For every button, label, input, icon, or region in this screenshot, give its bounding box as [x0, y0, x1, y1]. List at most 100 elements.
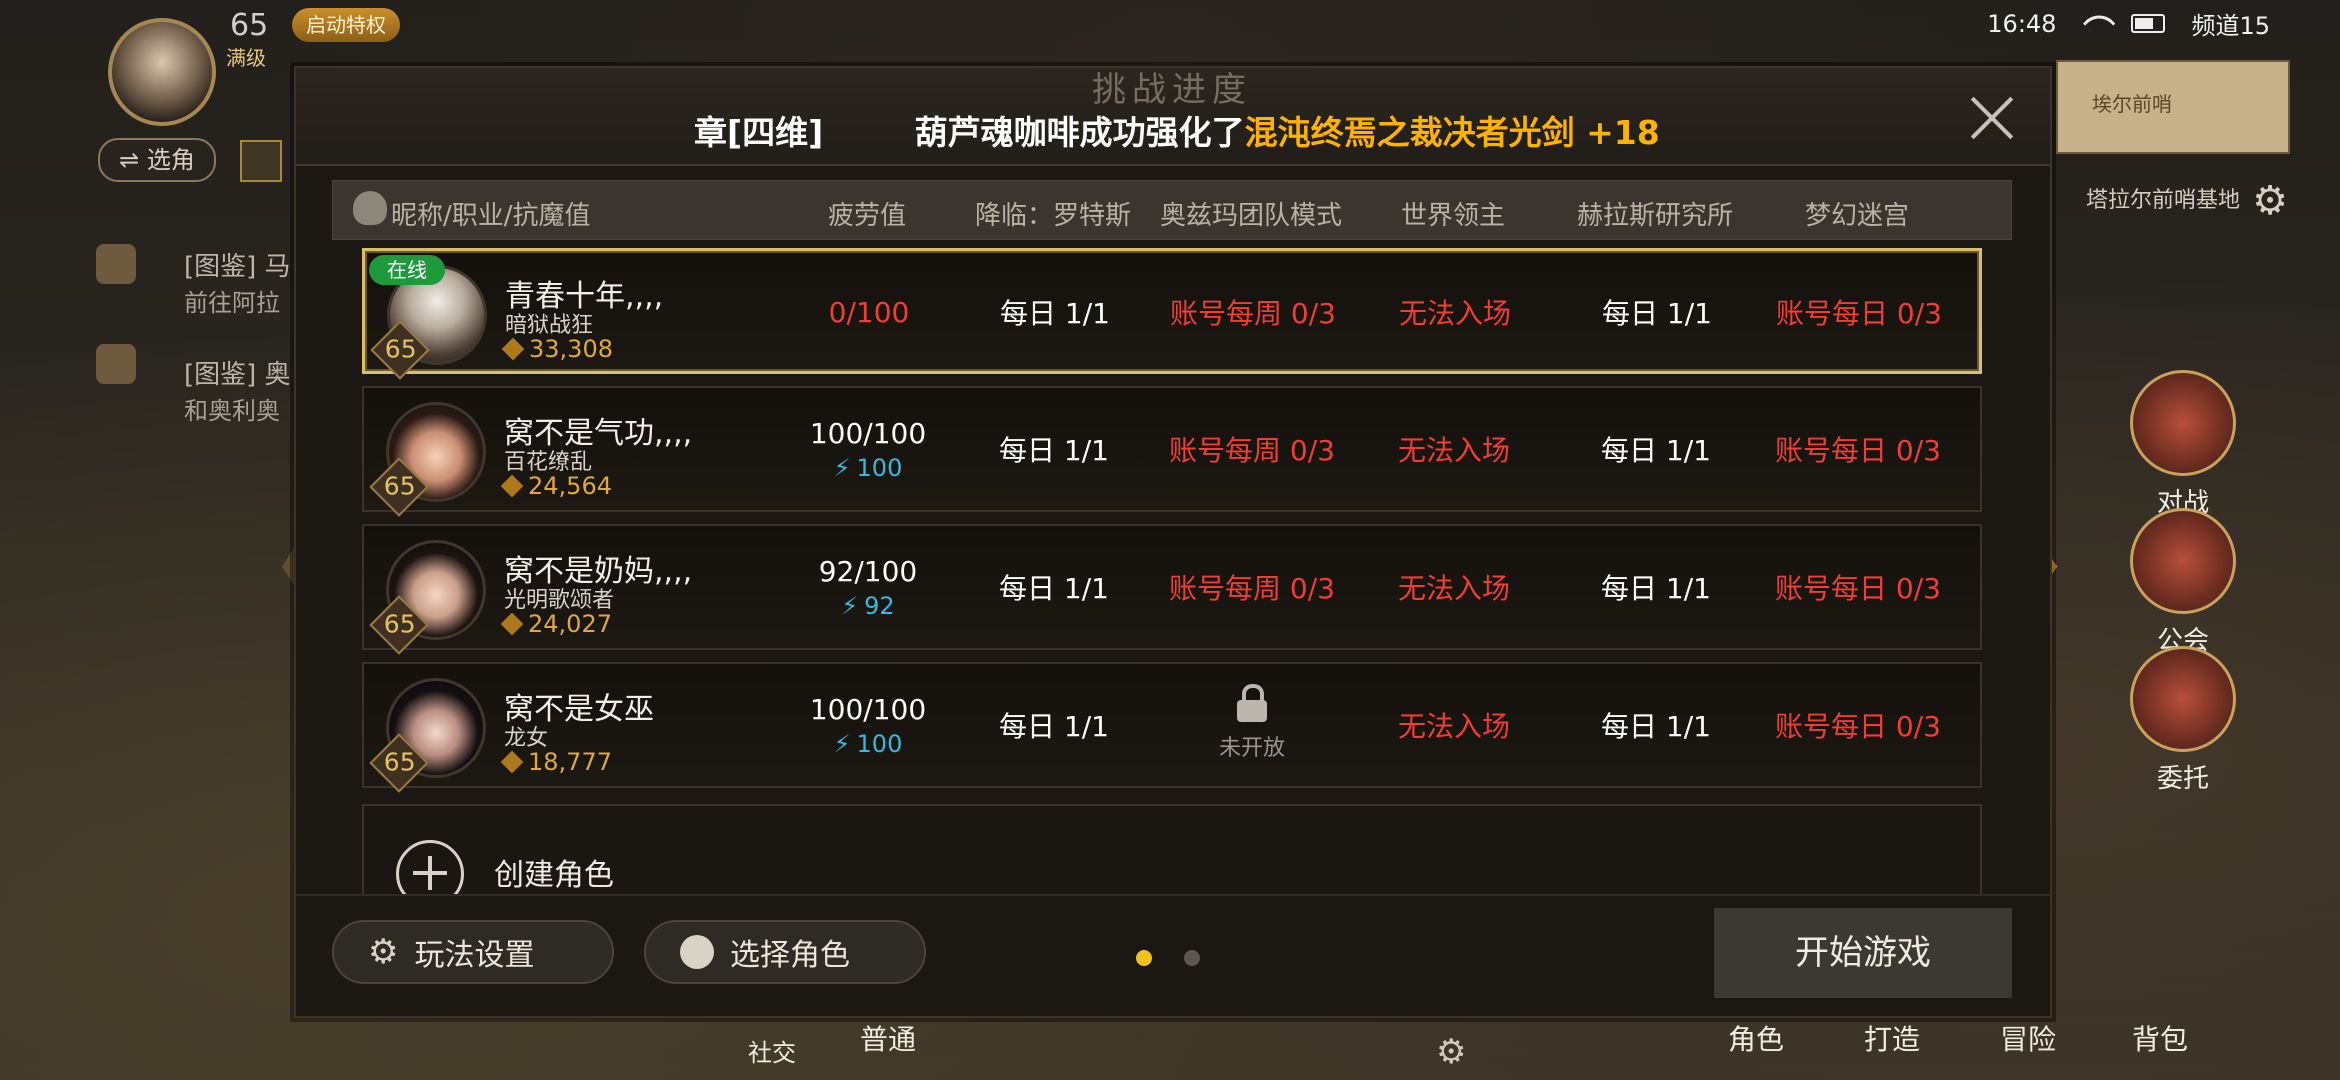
- page-dot[interactable]: [1184, 950, 1200, 966]
- close-icon[interactable]: [1968, 94, 2016, 142]
- commission-label: 委托: [2156, 764, 2209, 794]
- gear-icon: ⚙: [368, 932, 399, 972]
- lotus-value: 每日 1/1: [1000, 297, 1110, 330]
- role-icon: [680, 935, 714, 969]
- social-button[interactable]: 社交: [748, 1033, 796, 1068]
- lotus-value: 每日 1/1: [999, 572, 1109, 605]
- role-power: 24,564: [500, 472, 612, 500]
- quest-scroll-icon: [96, 244, 136, 284]
- crossed-swords-icon: [2130, 370, 2236, 476]
- minimap[interactable]: 埃尔前哨: [2056, 60, 2290, 154]
- world-boss-value: 无法入场: [1397, 710, 1511, 743]
- role-row[interactable]: 65 窝不是女巫 龙女 18,777 100/100 ⚡ 100 每日 1/1 未开…: [362, 662, 1982, 793]
- start-game-button[interactable]: 开始游戏: [1714, 908, 2012, 998]
- clock: 16:48: [1987, 9, 2057, 38]
- ozma-value: 账号每周 0/3: [1170, 297, 1336, 330]
- switch-role-button[interactable]: ⇌ 选角: [98, 138, 216, 182]
- minimap-label: 埃尔前哨: [2092, 92, 2172, 116]
- energy-value: ⚡ 92: [841, 591, 895, 620]
- ozma-value: 账号每周 0/3: [1169, 434, 1335, 467]
- role-power: 18,777: [500, 748, 612, 776]
- adventure-button[interactable]: 冒险: [2000, 1018, 2056, 1058]
- energy-value: ⚡ 100: [833, 453, 903, 482]
- col-world-boss: 世界领主: [1400, 201, 1506, 231]
- helas-value: 每日 1/1: [1601, 710, 1711, 743]
- online-badge: 在线: [369, 255, 445, 285]
- col-ozma: 奥兹玛团队模式: [1159, 201, 1343, 231]
- col-lotus: 降临：罗特斯: [974, 201, 1132, 231]
- head-silhouette-icon: [353, 191, 387, 225]
- dream-maze-value: 账号每日 0/3: [1775, 572, 1941, 605]
- gameplay-settings-label: 玩法设置: [414, 938, 535, 973]
- battery-icon: [2131, 14, 2166, 33]
- ozma-locked: 未开放: [1219, 664, 1285, 786]
- wifi-icon: [2083, 7, 2116, 40]
- commission-button[interactable]: 委托: [2128, 646, 2238, 795]
- vip-badge[interactable]: 启动特权: [292, 8, 400, 42]
- lotus-value: 每日 1/1: [999, 710, 1109, 743]
- location-label: 塔拉尔前哨基地: [2085, 188, 2240, 213]
- dialog-header: 挑战进度 章[四维] 葫芦魂咖啡成功强化了混沌终焉之裁决者光剑 +18: [296, 68, 2050, 166]
- world-boss-value: 无法入场: [1397, 434, 1511, 467]
- role-row[interactable]: 在线 65 青春十年,,,, 暗狱战狂 33,308 0/100 每日 1/1 …: [362, 248, 1982, 380]
- player-level: 65: [230, 8, 269, 43]
- role-row[interactable]: 65 窝不是气功,,,, 百花缭乱 24,564 100/100 ⚡ 100 每日 …: [362, 386, 1982, 517]
- pvp-button[interactable]: 对战: [2128, 370, 2238, 519]
- helas-value: 每日 1/1: [1602, 297, 1712, 330]
- col-fatigue: 疲劳值: [827, 201, 907, 231]
- fatigue-value: 0/100: [828, 295, 910, 329]
- gear-icon[interactable]: ⚙: [1436, 1032, 1466, 1072]
- role-select-dialog: 挑战进度 章[四维] 葫芦魂咖啡成功强化了混沌终焉之裁决者光剑 +18 昵称/职…: [294, 66, 2052, 1018]
- guild-button[interactable]: 公会: [2128, 508, 2238, 657]
- power-icon: [500, 474, 524, 498]
- dream-maze-value: 账号每日 0/3: [1776, 297, 1942, 330]
- helas-value: 每日 1/1: [1601, 572, 1711, 605]
- dream-maze-value: 账号每日 0/3: [1775, 710, 1941, 743]
- max-level-label: 满级: [226, 46, 266, 70]
- dream-maze-value: 账号每日 0/3: [1775, 434, 1941, 467]
- gear-icon[interactable]: ⚙: [2252, 178, 2288, 224]
- guild-emblem-icon: [2130, 508, 2236, 614]
- mail-icon[interactable]: [240, 140, 282, 182]
- player-avatar[interactable]: [108, 18, 216, 126]
- lotus-value: 每日 1/1: [999, 434, 1109, 467]
- create-role-button[interactable]: 创建角色: [362, 804, 1982, 900]
- power-icon: [501, 337, 525, 361]
- role-power: 33,308: [501, 335, 613, 363]
- broadcast-item: 混沌终焉之裁决者光剑 +18: [1244, 113, 1660, 152]
- col-dream-maze: 梦幻迷宫: [1804, 201, 1910, 231]
- ozma-value: 账号每周 0/3: [1169, 572, 1335, 605]
- dialog-title: 挑战进度: [1092, 70, 1252, 110]
- locked-label: 未开放: [1218, 736, 1286, 761]
- page-indicator: [1136, 950, 1200, 966]
- dialog-footer: ⚙ 玩法设置 选择角色 开始游戏: [296, 894, 2050, 1016]
- create-role-label: 创建角色: [494, 858, 614, 893]
- commission-board-icon: [2130, 646, 2236, 752]
- fatigue-value: 100/100 ⚡ 100: [809, 416, 927, 482]
- role-power: 24,027: [500, 610, 612, 638]
- character-button[interactable]: 角色: [1728, 1018, 1784, 1058]
- broadcast-message: 章[四维] 葫芦魂咖啡成功强化了混沌终焉之裁决者光剑 +18: [694, 106, 1660, 154]
- role-row[interactable]: 65 窝不是奶妈,,,, 光明歌颂者 24,027 92/100 ⚡ 92 每日 1…: [362, 524, 1982, 655]
- select-role-button[interactable]: 选择角色: [644, 920, 926, 984]
- energy-value: ⚡ 100: [833, 729, 903, 758]
- power-icon: [500, 750, 524, 774]
- channel-label: 频道15: [2191, 12, 2270, 40]
- col-name: 昵称/职业/抗魔值: [391, 201, 591, 231]
- page-dot-active[interactable]: [1136, 950, 1152, 966]
- craft-button[interactable]: 打造: [1864, 1018, 1920, 1058]
- status-bar: 16:48 频道15: [1987, 6, 2270, 41]
- broadcast-text: 葫芦魂咖啡成功强化了: [914, 113, 1245, 152]
- fatigue-value: 92/100 ⚡ 92: [818, 554, 918, 620]
- fatigue-value: 100/100 ⚡ 100: [809, 692, 927, 758]
- col-helas: 赫拉斯研究所: [1576, 201, 1734, 231]
- bag-button[interactable]: 背包: [2132, 1018, 2188, 1058]
- world-boss-value: 无法入场: [1398, 297, 1512, 330]
- broadcast-user: 章[四维]: [694, 113, 824, 152]
- power-icon: [500, 612, 524, 636]
- normal-channel-button[interactable]: 普通: [860, 1018, 916, 1058]
- lightning-icon: ⚡: [841, 591, 859, 620]
- select-role-label: 选择角色: [730, 938, 850, 973]
- gameplay-settings-button[interactable]: ⚙ 玩法设置: [332, 920, 614, 984]
- lock-icon: [1236, 684, 1267, 722]
